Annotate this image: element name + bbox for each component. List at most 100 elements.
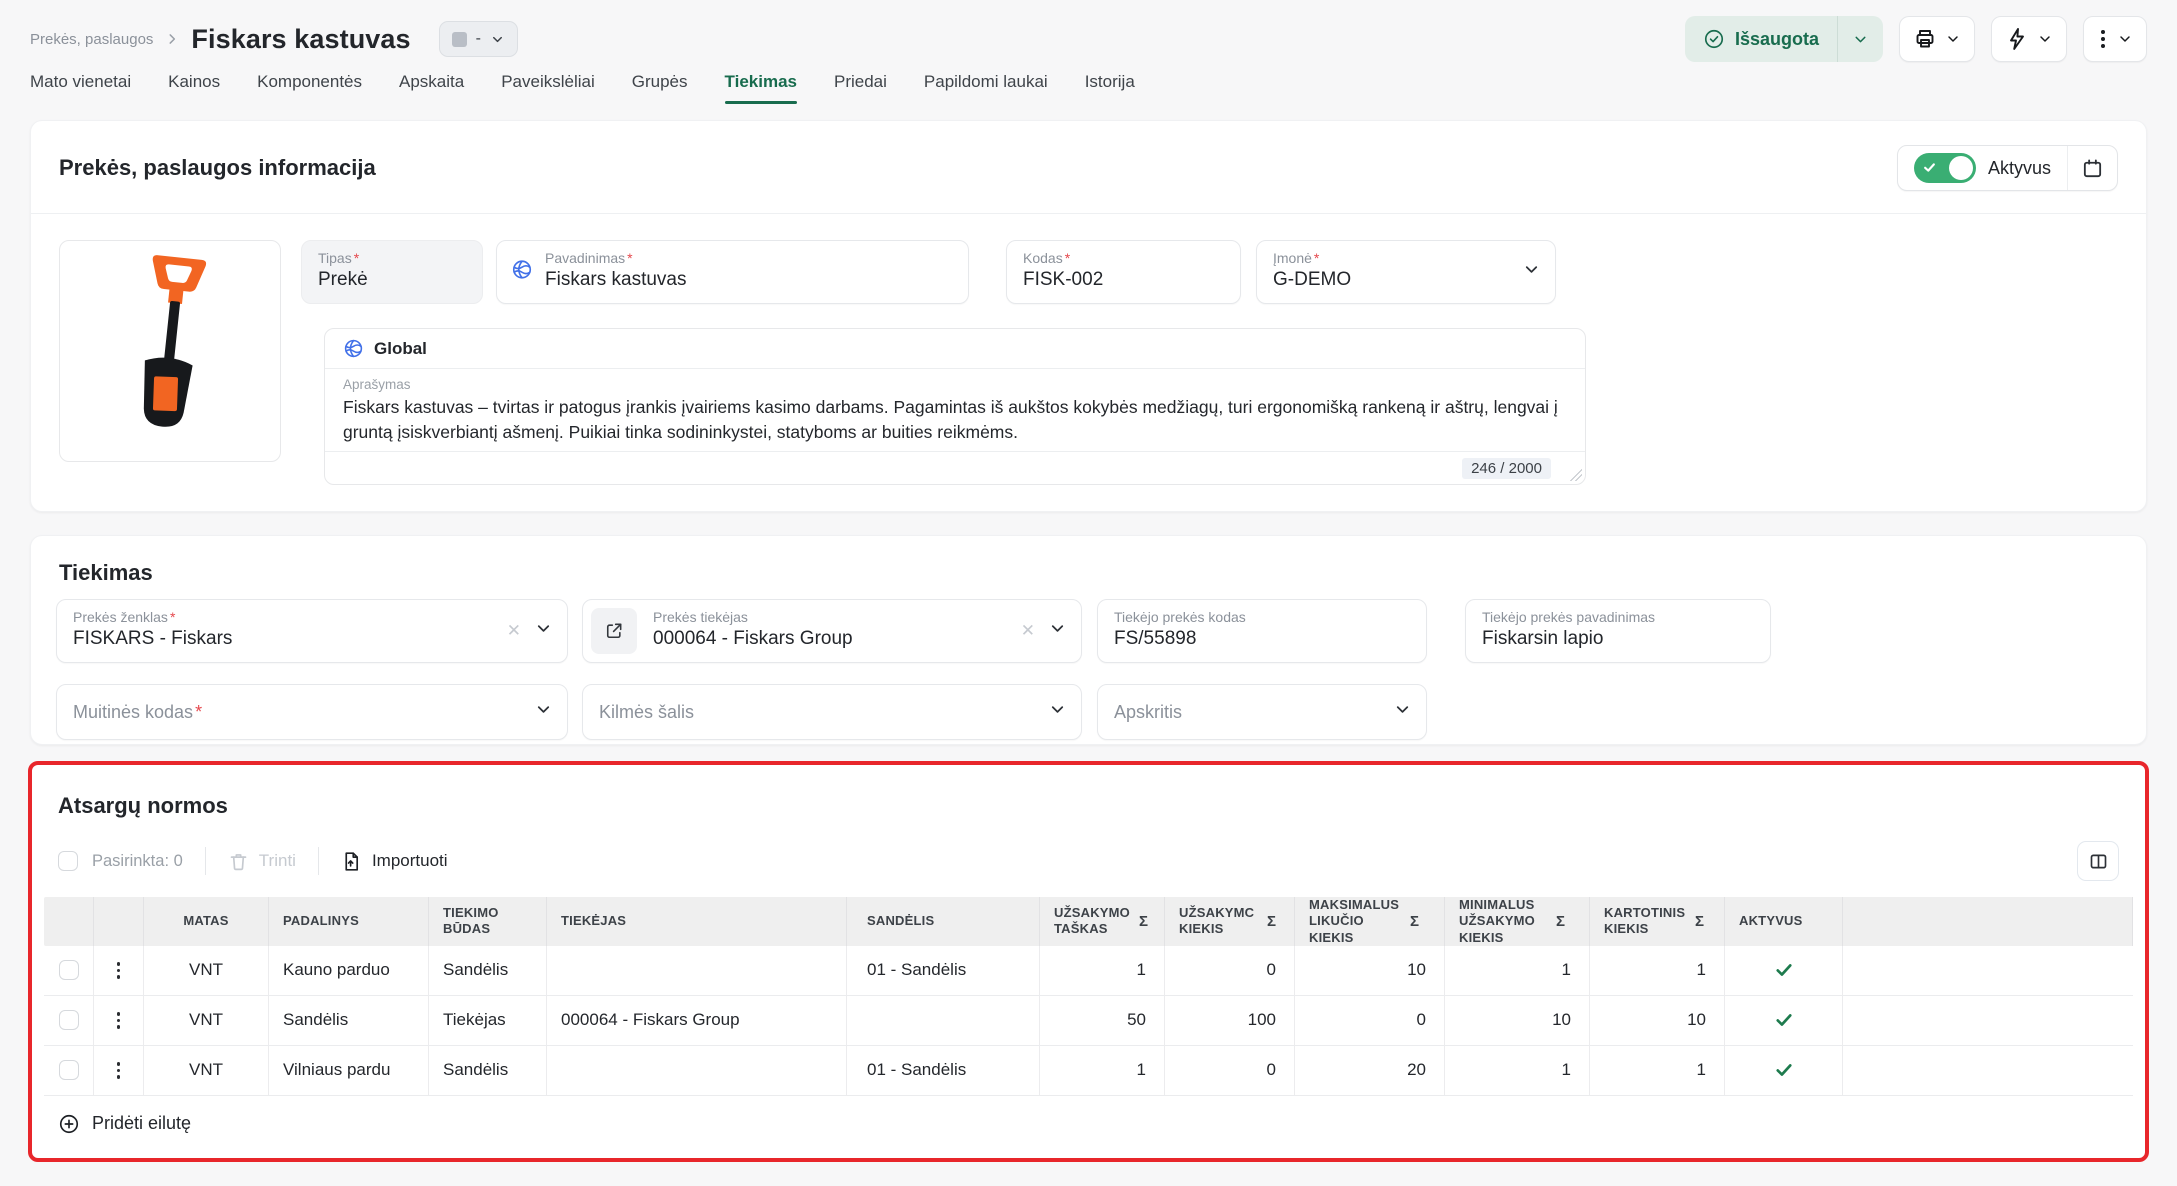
globe-icon bbox=[511, 259, 533, 281]
name-value: Fiskars kastuvas bbox=[545, 269, 952, 291]
tab-apskaita[interactable]: Apskaita bbox=[399, 72, 464, 104]
clear-icon[interactable]: ✕ bbox=[507, 621, 521, 641]
active-check-icon bbox=[1774, 1060, 1794, 1080]
col-sandelis[interactable]: SANDĖLIS bbox=[867, 913, 934, 929]
header-actions: Išsaugota bbox=[1685, 16, 2147, 62]
origin-country-placeholder: Kilmės šalis bbox=[599, 702, 694, 723]
description-box: Global Aprašymas Fiskars kastuvas – tvir… bbox=[324, 328, 1586, 485]
type-value: Prekė bbox=[318, 269, 466, 291]
kebab-menu-icon bbox=[2097, 30, 2109, 48]
tab-tiekimas[interactable]: Tiekimas bbox=[725, 72, 797, 104]
active-toggle[interactable]: Aktyvus bbox=[1898, 146, 2067, 190]
title-variant-dropdown[interactable]: - bbox=[439, 21, 518, 57]
cell-maksimalus: 0 bbox=[1417, 1010, 1426, 1030]
save-status-button[interactable]: Išsaugota bbox=[1685, 16, 1883, 62]
toggle-on-icon[interactable] bbox=[1914, 153, 1976, 183]
breadcrumb-root[interactable]: Prekės, paslaugos bbox=[30, 31, 153, 48]
quick-actions-button[interactable] bbox=[1991, 16, 2067, 62]
company-field[interactable]: Įmonė* G-DEMO bbox=[1256, 240, 1556, 304]
save-dropdown-caret[interactable] bbox=[1837, 16, 1883, 62]
tab-mato-vienetai[interactable]: Mato vienetai bbox=[30, 72, 131, 104]
supplier-field[interactable]: Prekės tiekėjas 000064 - Fiskars Group ✕ bbox=[582, 599, 1082, 663]
sum-icon[interactable]: Σ bbox=[1139, 913, 1148, 930]
code-field[interactable]: Kodas* FISK-002 bbox=[1006, 240, 1241, 304]
active-toggle-label: Aktyvus bbox=[1988, 158, 2051, 179]
tab-kainos[interactable]: Kainos bbox=[168, 72, 220, 104]
row-menu-icon[interactable] bbox=[117, 962, 121, 979]
more-actions-button[interactable] bbox=[2083, 16, 2147, 62]
tab-papildomi-laukai[interactable]: Papildomi laukai bbox=[924, 72, 1048, 104]
clear-icon[interactable]: ✕ bbox=[1021, 621, 1035, 641]
county-select[interactable]: Apskritis bbox=[1097, 684, 1427, 740]
sum-icon[interactable]: Σ bbox=[1695, 913, 1704, 930]
row-menu-icon[interactable] bbox=[117, 1012, 121, 1029]
col-maksimalus-likucio[interactable]: MAKSIMALUS LIKUČIO KIEKIS bbox=[1309, 897, 1401, 946]
import-button[interactable]: Importuoti bbox=[341, 851, 448, 872]
tab-komponentes[interactable]: Komponentės bbox=[257, 72, 362, 104]
row-checkbox[interactable] bbox=[59, 1010, 79, 1030]
product-image[interactable] bbox=[59, 240, 281, 462]
chevron-down-icon bbox=[2037, 31, 2053, 47]
open-supplier-button[interactable] bbox=[591, 608, 637, 654]
col-padalinys[interactable]: PADALINYS bbox=[283, 913, 359, 929]
col-matas[interactable]: MATAS bbox=[183, 913, 228, 929]
row-checkbox[interactable] bbox=[59, 1060, 79, 1080]
table-row[interactable]: VNT Kauno parduo Sandėlis 01 - Sandėlis … bbox=[44, 946, 2133, 996]
resize-grip-icon[interactable] bbox=[1570, 469, 1582, 481]
origin-country-select[interactable]: Kilmės šalis bbox=[582, 684, 1082, 740]
schedule-button[interactable] bbox=[2067, 146, 2117, 190]
name-field[interactable]: Pavadinimas* Fiskars kastuvas bbox=[496, 240, 969, 304]
lightning-icon bbox=[2005, 27, 2029, 51]
brand-label: Prekės ženklas* bbox=[73, 609, 551, 625]
select-all-checkbox[interactable] bbox=[58, 851, 78, 871]
tab-istorija[interactable]: Istorija bbox=[1085, 72, 1135, 104]
tab-priedai[interactable]: Priedai bbox=[834, 72, 887, 104]
cell-sandelis: 01 - Sandėlis bbox=[867, 960, 966, 980]
col-tiekejas[interactable]: TIEKĖJAS bbox=[561, 913, 626, 929]
add-row-label: Pridėti eilutę bbox=[92, 1113, 191, 1134]
description-input[interactable]: Aprašymas Fiskars kastuvas – tvirtas ir … bbox=[325, 369, 1585, 446]
stock-norms-card: Atsargų normos Pasirinkta: 0 Trinti Impo… bbox=[28, 761, 2149, 1162]
supplier-name-label: Tiekėjo prekės pavadinimas bbox=[1482, 609, 1754, 625]
delete-label: Trinti bbox=[259, 851, 296, 871]
print-button[interactable] bbox=[1899, 16, 1975, 62]
row-menu-icon[interactable] bbox=[117, 1062, 121, 1079]
supplier-name-field[interactable]: Tiekėjo prekės pavadinimas Fiskarsin lap… bbox=[1465, 599, 1771, 663]
chevron-down-icon bbox=[534, 700, 553, 719]
column-settings-button[interactable] bbox=[2077, 841, 2119, 881]
sum-icon[interactable]: Σ bbox=[1267, 913, 1276, 930]
table-row[interactable]: VNT Sandėlis Tiekėjas 000064 - Fiskars G… bbox=[44, 996, 2133, 1046]
code-value: FISK-002 bbox=[1023, 269, 1224, 291]
cell-uzsakymo-taskas: 1 bbox=[1137, 1060, 1146, 1080]
active-toggle-group: Aktyvus bbox=[1897, 145, 2118, 191]
col-uzsakymo-kiekis[interactable]: UŽSAKYMC KIEKIS bbox=[1179, 905, 1258, 938]
tab-bar: Mato vienetai Kainos Komponentės Apskait… bbox=[30, 72, 1135, 104]
supplier-code-field[interactable]: Tiekėjo prekės kodas FS/55898 bbox=[1097, 599, 1427, 663]
trash-icon bbox=[228, 851, 249, 872]
type-field[interactable]: Tipas* Prekė bbox=[301, 240, 483, 304]
col-uzsakymo-taskas[interactable]: UŽSAKYMO TAŠKAS bbox=[1054, 905, 1130, 938]
delete-button[interactable]: Trinti bbox=[228, 851, 296, 872]
table-header-row: MATAS PADALINYS TIEKIMO BŪDAS TIEKĖJAS S… bbox=[44, 897, 2133, 946]
save-status-label: Išsaugota bbox=[1735, 29, 1819, 50]
sum-icon[interactable]: Σ bbox=[1410, 913, 1419, 930]
table-row[interactable]: VNT Vilniaus pardu Sandėlis 01 - Sandėli… bbox=[44, 1046, 2133, 1096]
tab-paveiksleliai[interactable]: Paveikslėliai bbox=[501, 72, 595, 104]
col-aktyvus[interactable]: AKTYVUS bbox=[1739, 913, 1803, 929]
customs-code-select[interactable]: Muitinės kodas* bbox=[56, 684, 568, 740]
col-kartotinis[interactable]: KARTOTINIS KIEKIS bbox=[1604, 905, 1686, 938]
translation-scope-row[interactable]: Global bbox=[325, 329, 1585, 369]
sum-icon[interactable]: Σ bbox=[1556, 913, 1565, 930]
cell-padalinys: Sandėlis bbox=[283, 1010, 348, 1030]
tab-grupes[interactable]: Grupės bbox=[632, 72, 688, 104]
cell-uzsakymo-kiekis: 100 bbox=[1248, 1010, 1276, 1030]
top-bar: Prekės, paslaugos Fiskars kastuvas - Išs… bbox=[30, 14, 2147, 64]
active-check-icon bbox=[1774, 1010, 1794, 1030]
col-tiekimo-budas[interactable]: TIEKIMO BŪDAS bbox=[443, 905, 515, 938]
divider bbox=[318, 847, 319, 875]
brand-field[interactable]: Prekės ženklas* FISKARS - Fiskars ✕ bbox=[56, 599, 568, 663]
add-row-button[interactable]: Pridėti eilutę bbox=[58, 1113, 2145, 1135]
row-checkbox[interactable] bbox=[59, 960, 79, 980]
col-minimalus-uzsakymo[interactable]: MINIMALUS UŽSAKYMO KIEKIS bbox=[1459, 897, 1547, 946]
cell-kartotinis: 1 bbox=[1697, 1060, 1706, 1080]
